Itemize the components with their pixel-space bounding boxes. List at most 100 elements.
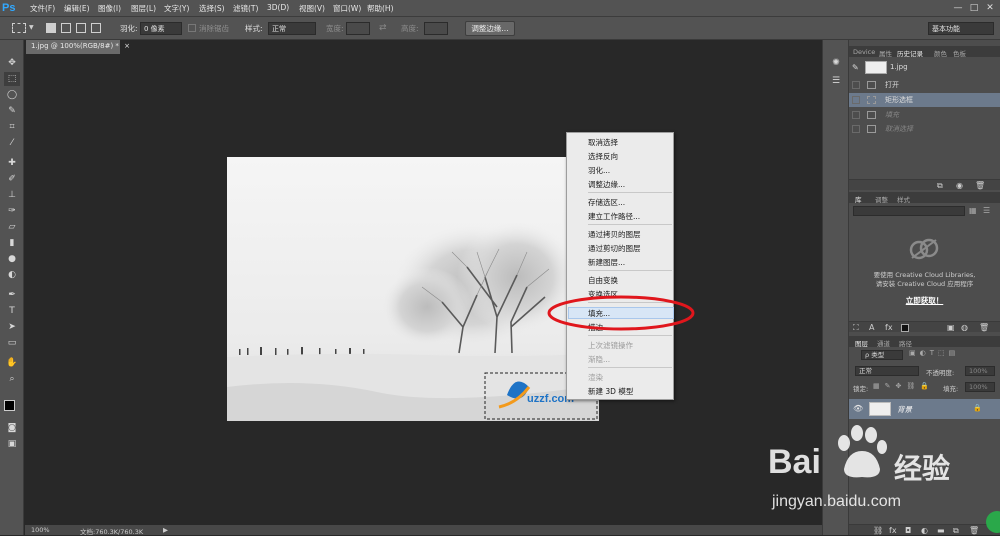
history-brush-source-icon[interactable]: ✎: [852, 63, 859, 72]
tab-layers[interactable]: 图层: [855, 338, 868, 348]
menu-item-new-3d-model[interactable]: 新建 3D 模型: [588, 386, 633, 397]
tab-history[interactable]: 历史记录: [897, 48, 923, 58]
pen-tool-icon[interactable]: ✒: [4, 288, 20, 302]
menu-filter[interactable]: 滤镜(T): [233, 3, 258, 14]
tab-channels[interactable]: 通道: [877, 338, 890, 348]
quick-mask-icon[interactable]: ◙: [4, 421, 20, 435]
tab-device[interactable]: Device: [853, 48, 875, 56]
feather-input[interactable]: 0 像素: [140, 22, 182, 35]
antialias-checkbox[interactable]: [188, 24, 196, 32]
zoom-tool-icon[interactable]: ⌕: [4, 372, 20, 386]
trash-icon[interactable]: 🗑: [969, 526, 979, 535]
camera-icon[interactable]: ◉: [956, 181, 963, 190]
stock-icon[interactable]: ▣: [947, 323, 955, 332]
menu-select[interactable]: 选择(S): [199, 3, 225, 14]
blur-tool-icon[interactable]: ●: [4, 252, 20, 266]
history-item[interactable]: 填充: [849, 108, 1000, 122]
grid-view-icon[interactable]: ▦: [969, 206, 977, 215]
fill-input[interactable]: 100%: [965, 382, 995, 392]
tab-adjustments[interactable]: 调整: [875, 194, 888, 204]
rect-marquee-tool-icon[interactable]: ⬚: [4, 72, 20, 86]
swap-dimensions-icon[interactable]: ⇄: [379, 23, 387, 33]
healing-brush-tool-icon[interactable]: ✚: [4, 156, 20, 170]
menu-item-new-layer[interactable]: 新建图层...: [588, 257, 625, 268]
history-brush-tool-icon[interactable]: ✑: [4, 204, 20, 218]
dodge-tool-icon[interactable]: ◐: [4, 268, 20, 282]
eye-icon[interactable]: 👁: [853, 404, 863, 413]
add-text-icon[interactable]: A: [869, 323, 874, 332]
layer-style-icon[interactable]: fx: [889, 526, 897, 535]
menu-item-deselect[interactable]: 取消选择: [588, 137, 618, 148]
workspace-select[interactable]: 基本功能: [928, 22, 994, 35]
chevron-down-icon[interactable]: ▼: [29, 23, 34, 33]
eraser-tool-icon[interactable]: ▱: [4, 220, 20, 234]
blend-mode-select[interactable]: 正常: [855, 366, 919, 376]
menu-item-layer-via-cut[interactable]: 通过剪切的图层: [588, 243, 641, 254]
new-group-icon[interactable]: ▬: [937, 526, 945, 535]
minimize-button[interactable]: —: [952, 2, 964, 14]
sync-icon[interactable]: ◍: [961, 323, 968, 332]
foreground-color-swatch[interactable]: [4, 400, 15, 411]
layer-row-background[interactable]: 👁 背景 🔒: [849, 399, 1000, 419]
maximize-button[interactable]: □: [968, 2, 980, 14]
opacity-input[interactable]: 100%: [965, 366, 995, 376]
menu-item-feather[interactable]: 羽化...: [588, 165, 610, 176]
eyedropper-tool-icon[interactable]: ⁄: [4, 136, 20, 150]
new-document-icon[interactable]: ⧉: [937, 181, 943, 191]
tab-properties[interactable]: 属性: [879, 48, 892, 58]
hand-tool-icon[interactable]: ✋: [4, 356, 20, 370]
rectangle-tool-icon[interactable]: ▭: [4, 336, 20, 350]
close-tab-icon[interactable]: ×: [124, 42, 130, 50]
device-preview-icon[interactable]: ✺: [828, 56, 844, 70]
menu-edit[interactable]: 编辑(E): [64, 3, 90, 14]
type-tool-icon[interactable]: T: [4, 304, 20, 318]
history-item[interactable]: 取消选择: [849, 122, 1000, 136]
document-image[interactable]: uzzf.com: [227, 157, 599, 421]
clone-stamp-tool-icon[interactable]: ⊥: [4, 188, 20, 202]
add-selection-icon[interactable]: [61, 23, 71, 33]
menu-view[interactable]: 视图(V): [299, 3, 325, 14]
menu-image[interactable]: 图像(I): [98, 3, 121, 14]
history-item[interactable]: 打开: [849, 78, 1000, 92]
screen-mode-icon[interactable]: ▣: [4, 437, 20, 451]
trash-icon[interactable]: 🗑: [975, 181, 985, 190]
menu-file[interactable]: 文件(F): [30, 3, 55, 14]
menu-help[interactable]: 帮助(H): [367, 3, 394, 14]
width-input[interactable]: [346, 22, 370, 35]
add-color-icon[interactable]: [901, 324, 909, 332]
rect-marquee-preset-icon[interactable]: [12, 23, 26, 33]
move-tool-icon[interactable]: ✥: [4, 56, 20, 70]
trash-icon[interactable]: 🗑: [979, 323, 989, 332]
menu-item-save-selection[interactable]: 存储选区...: [588, 197, 625, 208]
menu-item-make-work-path[interactable]: 建立工作路径...: [588, 211, 640, 222]
menu-3d[interactable]: 3D(D): [267, 3, 289, 12]
tab-paths[interactable]: 路径: [899, 338, 912, 348]
menu-item-refine-edge[interactable]: 调整边缘...: [588, 179, 625, 190]
height-input[interactable]: [424, 22, 448, 35]
menu-layer[interactable]: 图层(L): [131, 3, 156, 14]
refine-edge-button[interactable]: 调整边缘...: [465, 21, 515, 36]
lock-icons[interactable]: ▦✎✥⛓🔒: [873, 382, 934, 390]
menu-type[interactable]: 文字(Y): [164, 3, 189, 14]
path-select-tool-icon[interactable]: ➤: [4, 320, 20, 334]
menu-item-select-inverse[interactable]: 选择反向: [588, 151, 618, 162]
status-menu-arrow-icon[interactable]: ▶: [163, 526, 168, 534]
properties-icon[interactable]: ☰: [828, 74, 844, 88]
style-select[interactable]: 正常: [268, 22, 316, 35]
tab-styles[interactable]: 样式: [897, 194, 910, 204]
close-button[interactable]: ✕: [984, 2, 996, 14]
gradient-tool-icon[interactable]: ▮: [4, 236, 20, 250]
history-item[interactable]: 矩形选框: [849, 93, 1000, 107]
tab-swatches[interactable]: 色板: [953, 48, 966, 58]
tab-libraries[interactable]: 库: [855, 194, 862, 204]
history-snapshot[interactable]: ✎ 1.jpg: [849, 59, 1000, 77]
get-it-now-link[interactable]: 立即获取！: [849, 295, 1000, 306]
adjustment-layer-icon[interactable]: ◐: [921, 526, 928, 535]
crop-tool-icon[interactable]: ⌗: [4, 120, 20, 134]
quick-select-tool-icon[interactable]: ✎: [4, 104, 20, 118]
new-selection-icon[interactable]: [46, 23, 56, 33]
tab-color[interactable]: 颜色: [934, 48, 947, 58]
menu-item-free-transform[interactable]: 自由变换: [588, 275, 618, 286]
add-fx-icon[interactable]: fx: [885, 323, 893, 332]
lasso-tool-icon[interactable]: ◯: [4, 88, 20, 102]
